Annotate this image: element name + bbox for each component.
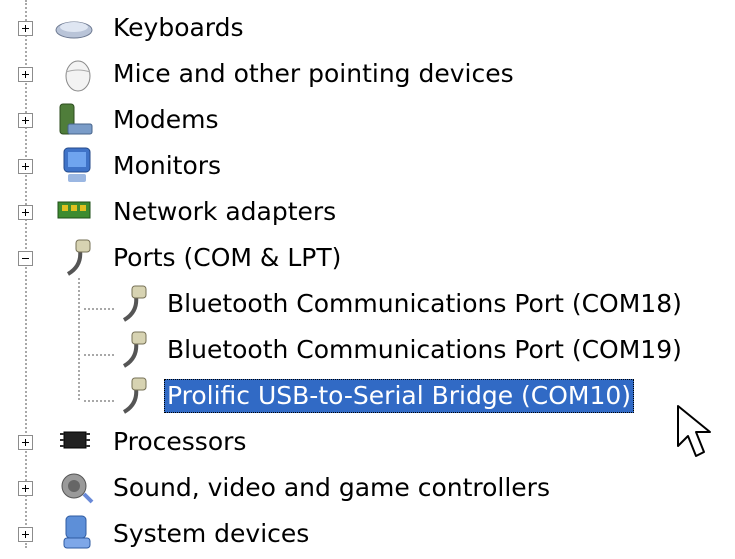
- sound-icon: [54, 466, 96, 508]
- tree-item-label[interactable]: Ports (COM & LPT): [110, 241, 344, 275]
- tree-item-processors[interactable]: Processors: [0, 420, 735, 464]
- system-devices-icon: [56, 512, 98, 554]
- tree-item-mice[interactable]: Mice and other pointing devices: [0, 52, 735, 96]
- modem-icon: [54, 98, 96, 140]
- expand-sound-video-game-button[interactable]: [18, 481, 33, 496]
- network-adapter-icon: [54, 190, 96, 232]
- tree-item-label[interactable]: Bluetooth Communications Port (COM19): [164, 333, 685, 367]
- tree-item-label[interactable]: Mice and other pointing devices: [110, 57, 517, 91]
- tree-item-label[interactable]: Sound, video and game controllers: [110, 471, 553, 505]
- expand-keyboards-button[interactable]: [18, 21, 33, 36]
- tree-item-system-devices[interactable]: System devices: [0, 512, 735, 556]
- tree-item-modems[interactable]: Modems: [0, 98, 735, 142]
- keyboard-icon: [52, 6, 94, 48]
- port-icon: [112, 282, 154, 324]
- expand-network-adapters-button[interactable]: [18, 205, 33, 220]
- tree-item-label[interactable]: System devices: [110, 517, 312, 551]
- mouse-pointer-icon: [674, 402, 716, 464]
- tree-item-label[interactable]: Keyboards: [110, 11, 247, 45]
- tree-item-label[interactable]: Modems: [110, 103, 222, 137]
- tree-item-label[interactable]: Monitors: [110, 149, 224, 183]
- expand-processors-button[interactable]: [18, 435, 33, 450]
- tree-item-prolific-com10[interactable]: Prolific USB-to-Serial Bridge (COM10): [0, 374, 735, 418]
- port-icon: [112, 374, 154, 416]
- tree-item-label-selected[interactable]: Prolific USB-to-Serial Bridge (COM10): [164, 379, 635, 413]
- tree-item-label[interactable]: Bluetooth Communications Port (COM18): [164, 287, 685, 321]
- tree-item-network-adapters[interactable]: Network adapters: [0, 190, 735, 234]
- device-tree: Keyboards Mice and other pointing device…: [0, 0, 735, 559]
- tree-item-bluetooth-com19[interactable]: Bluetooth Communications Port (COM19): [0, 328, 735, 372]
- tree-item-monitors[interactable]: Monitors: [0, 144, 735, 188]
- tree-item-sound-video-game[interactable]: Sound, video and game controllers: [0, 466, 735, 510]
- processor-icon: [54, 420, 96, 462]
- port-icon: [112, 328, 154, 370]
- expand-system-devices-button[interactable]: [18, 527, 33, 542]
- collapse-ports-button[interactable]: [18, 251, 33, 266]
- tree-item-label[interactable]: Network adapters: [110, 195, 339, 229]
- expand-modems-button[interactable]: [18, 113, 33, 128]
- tree-item-keyboards[interactable]: Keyboards: [0, 6, 735, 50]
- tree-item-bluetooth-com18[interactable]: Bluetooth Communications Port (COM18): [0, 282, 735, 326]
- expand-mice-button[interactable]: [18, 67, 33, 82]
- expand-monitors-button[interactable]: [18, 159, 33, 174]
- port-icon: [56, 236, 98, 278]
- tree-item-label[interactable]: Processors: [110, 425, 249, 459]
- monitor-icon: [56, 144, 98, 186]
- tree-item-ports[interactable]: Ports (COM & LPT): [0, 236, 735, 280]
- mouse-icon: [56, 52, 98, 94]
